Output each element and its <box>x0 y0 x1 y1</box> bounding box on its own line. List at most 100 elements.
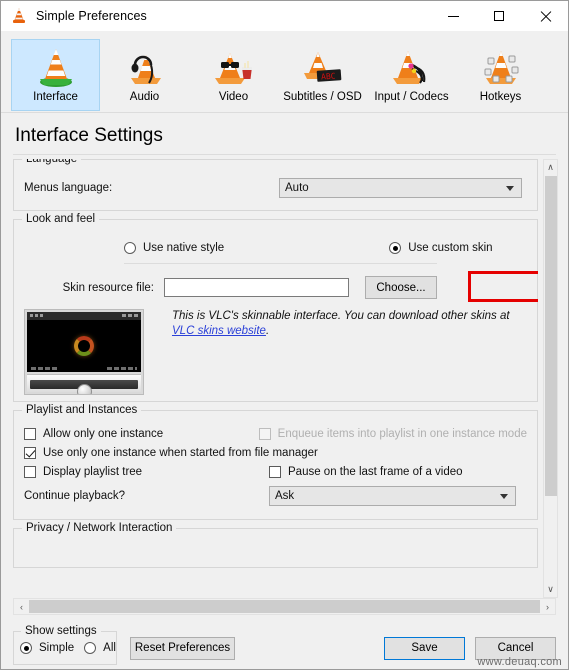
title-bar: Simple Preferences <box>1 1 568 31</box>
save-button[interactable]: Save <box>384 636 465 660</box>
thumb-status-left <box>31 367 57 370</box>
tab-label: Hotkeys <box>479 91 522 103</box>
chevron-left-icon: ‹ <box>20 601 23 612</box>
checkbox-indicator <box>24 447 36 459</box>
horizontal-scrollbar[interactable]: ‹ › <box>13 598 556 615</box>
radio-use-custom-skin[interactable]: Use custom skin <box>389 242 493 254</box>
chevron-right-icon: › <box>546 601 549 612</box>
checkbox-display-playlist-tree[interactable]: Display playlist tree <box>24 466 269 478</box>
radio-label: Simple <box>39 642 75 654</box>
vlc-cone-osd-icon: ABC <box>299 45 347 89</box>
skin-resource-file-label: Skin resource file: <box>62 281 154 294</box>
window-title: Simple Preferences <box>36 9 147 23</box>
category-toolbar: Interface Audio Video ABC Subtitles / OS… <box>1 31 568 113</box>
checkbox-indicator <box>24 428 36 440</box>
privacy-network-group: Privacy / Network Interaction <box>13 522 538 568</box>
thumb-controls <box>27 374 141 394</box>
tab-label: Input / Codecs <box>374 91 449 103</box>
skin-note: This is VLC's skinnable interface. You c… <box>172 309 522 339</box>
skin-note-text-before: This is VLC's skinnable interface. You c… <box>172 310 510 322</box>
tab-video[interactable]: Video <box>189 39 278 111</box>
chevron-down-icon <box>500 494 508 499</box>
tab-label: Interface <box>33 91 78 103</box>
checkbox-indicator <box>269 466 281 478</box>
settings-scroll-content: Language Menus language: Auto Look and f… <box>13 159 538 598</box>
language-group: Language Menus language: Auto <box>13 159 538 211</box>
menus-language-label: Menus language: <box>24 182 113 194</box>
thumb-play-knob <box>77 384 92 394</box>
reset-preferences-button[interactable]: Reset Preferences <box>130 636 235 660</box>
radio-show-simple[interactable]: Simple <box>20 642 74 654</box>
look-and-feel-legend: Look and feel <box>22 213 100 225</box>
show-settings-group: Show settings Simple All <box>13 625 117 665</box>
checkbox-use-one-instance-file-manager[interactable]: Use only one instance when started from … <box>24 447 318 459</box>
menus-language-select[interactable]: Auto <box>279 178 522 198</box>
chevron-down-icon <box>506 186 514 191</box>
minimize-icon <box>447 15 459 17</box>
checkbox-allow-only-one-instance[interactable]: Allow only one instance <box>24 428 259 440</box>
svg-text:ABC: ABC <box>320 72 335 82</box>
thumb-status-right <box>107 367 137 370</box>
thumb-video-area <box>27 320 141 372</box>
choose-skin-button[interactable]: Choose... <box>365 276 437 299</box>
vlc-cone-keys-icon <box>477 45 525 89</box>
radio-indicator <box>389 242 402 254</box>
continue-playback-value: Ask <box>275 490 295 502</box>
horizontal-scrollbar-track[interactable] <box>29 599 540 614</box>
scroll-down-button[interactable]: ∨ <box>544 582 557 597</box>
chevron-up-icon: ∧ <box>547 162 554 172</box>
horizontal-scrollbar-thumb[interactable] <box>29 600 540 613</box>
language-group-legend: Language <box>22 159 82 165</box>
look-and-feel-group: Look and feel Use native style Use custo… <box>13 213 538 402</box>
scroll-left-button[interactable]: ‹ <box>14 599 29 614</box>
tab-hotkeys[interactable]: Hotkeys <box>456 39 545 111</box>
thumb-visualizer-ring <box>74 336 94 356</box>
thumb-titlebar <box>27 312 141 320</box>
maximize-button[interactable] <box>476 1 522 31</box>
vertical-scrollbar[interactable]: ∧ ∨ <box>543 159 558 598</box>
chevron-down-icon: ∨ <box>547 584 554 594</box>
footer-bar: Show settings Simple All Reset Preferenc… <box>1 615 568 669</box>
vlc-skins-website-link[interactable]: VLC skins website <box>172 325 266 337</box>
radio-show-all[interactable]: All <box>84 642 116 654</box>
tab-label: Subtitles / OSD <box>283 91 362 103</box>
checkbox-label: Enqueue items into playlist in one insta… <box>277 428 527 440</box>
checkbox-label: Use only one instance when started from … <box>43 447 318 459</box>
continue-playback-label: Continue playback? <box>24 490 126 502</box>
settings-viewport: Language Menus language: Auto Look and f… <box>1 159 568 598</box>
tab-audio[interactable]: Audio <box>100 39 189 111</box>
vlc-cone-icon <box>10 7 28 25</box>
look-and-feel-divider <box>124 263 437 264</box>
vlc-cone-3dglasses-icon <box>210 45 258 89</box>
minimize-button[interactable] <box>430 1 476 31</box>
show-settings-legend: Show settings <box>21 625 101 637</box>
checkbox-indicator <box>258 428 271 440</box>
header-divider <box>13 154 556 155</box>
tab-label: Video <box>218 91 249 103</box>
site-watermark: www.deuaq.com <box>477 656 562 668</box>
checkbox-indicator <box>24 466 36 478</box>
save-button-label: Save <box>411 642 438 654</box>
skin-note-text-after: . <box>265 325 270 337</box>
skin-resource-file-input[interactable] <box>164 278 349 297</box>
vlc-cone-headphones-icon <box>121 45 169 89</box>
radio-indicator <box>124 242 136 254</box>
vertical-scrollbar-thumb[interactable] <box>545 176 557 496</box>
scroll-right-button[interactable]: › <box>540 599 555 614</box>
vlc-cone-cables-icon <box>388 45 436 89</box>
continue-playback-select[interactable]: Ask <box>269 486 516 506</box>
radio-use-native-style[interactable]: Use native style <box>124 242 224 254</box>
checkbox-label: Display playlist tree <box>43 466 143 478</box>
choose-button-label: Choose... <box>376 281 426 294</box>
page-header: Interface Settings <box>1 113 568 155</box>
tab-interface[interactable]: Interface <box>11 39 100 111</box>
tab-subtitles-osd[interactable]: ABC Subtitles / OSD <box>278 39 367 111</box>
page-title: Interface Settings <box>15 125 163 146</box>
close-button[interactable] <box>522 1 568 31</box>
vlc-cone-icon <box>32 45 80 89</box>
tab-input-codecs[interactable]: Input / Codecs <box>367 39 456 111</box>
checkbox-pause-last-frame[interactable]: Pause on the last frame of a video <box>269 466 463 478</box>
skin-preview-thumbnail <box>24 309 144 395</box>
radio-label: All <box>103 642 116 654</box>
scroll-up-button[interactable]: ∧ <box>544 160 557 175</box>
